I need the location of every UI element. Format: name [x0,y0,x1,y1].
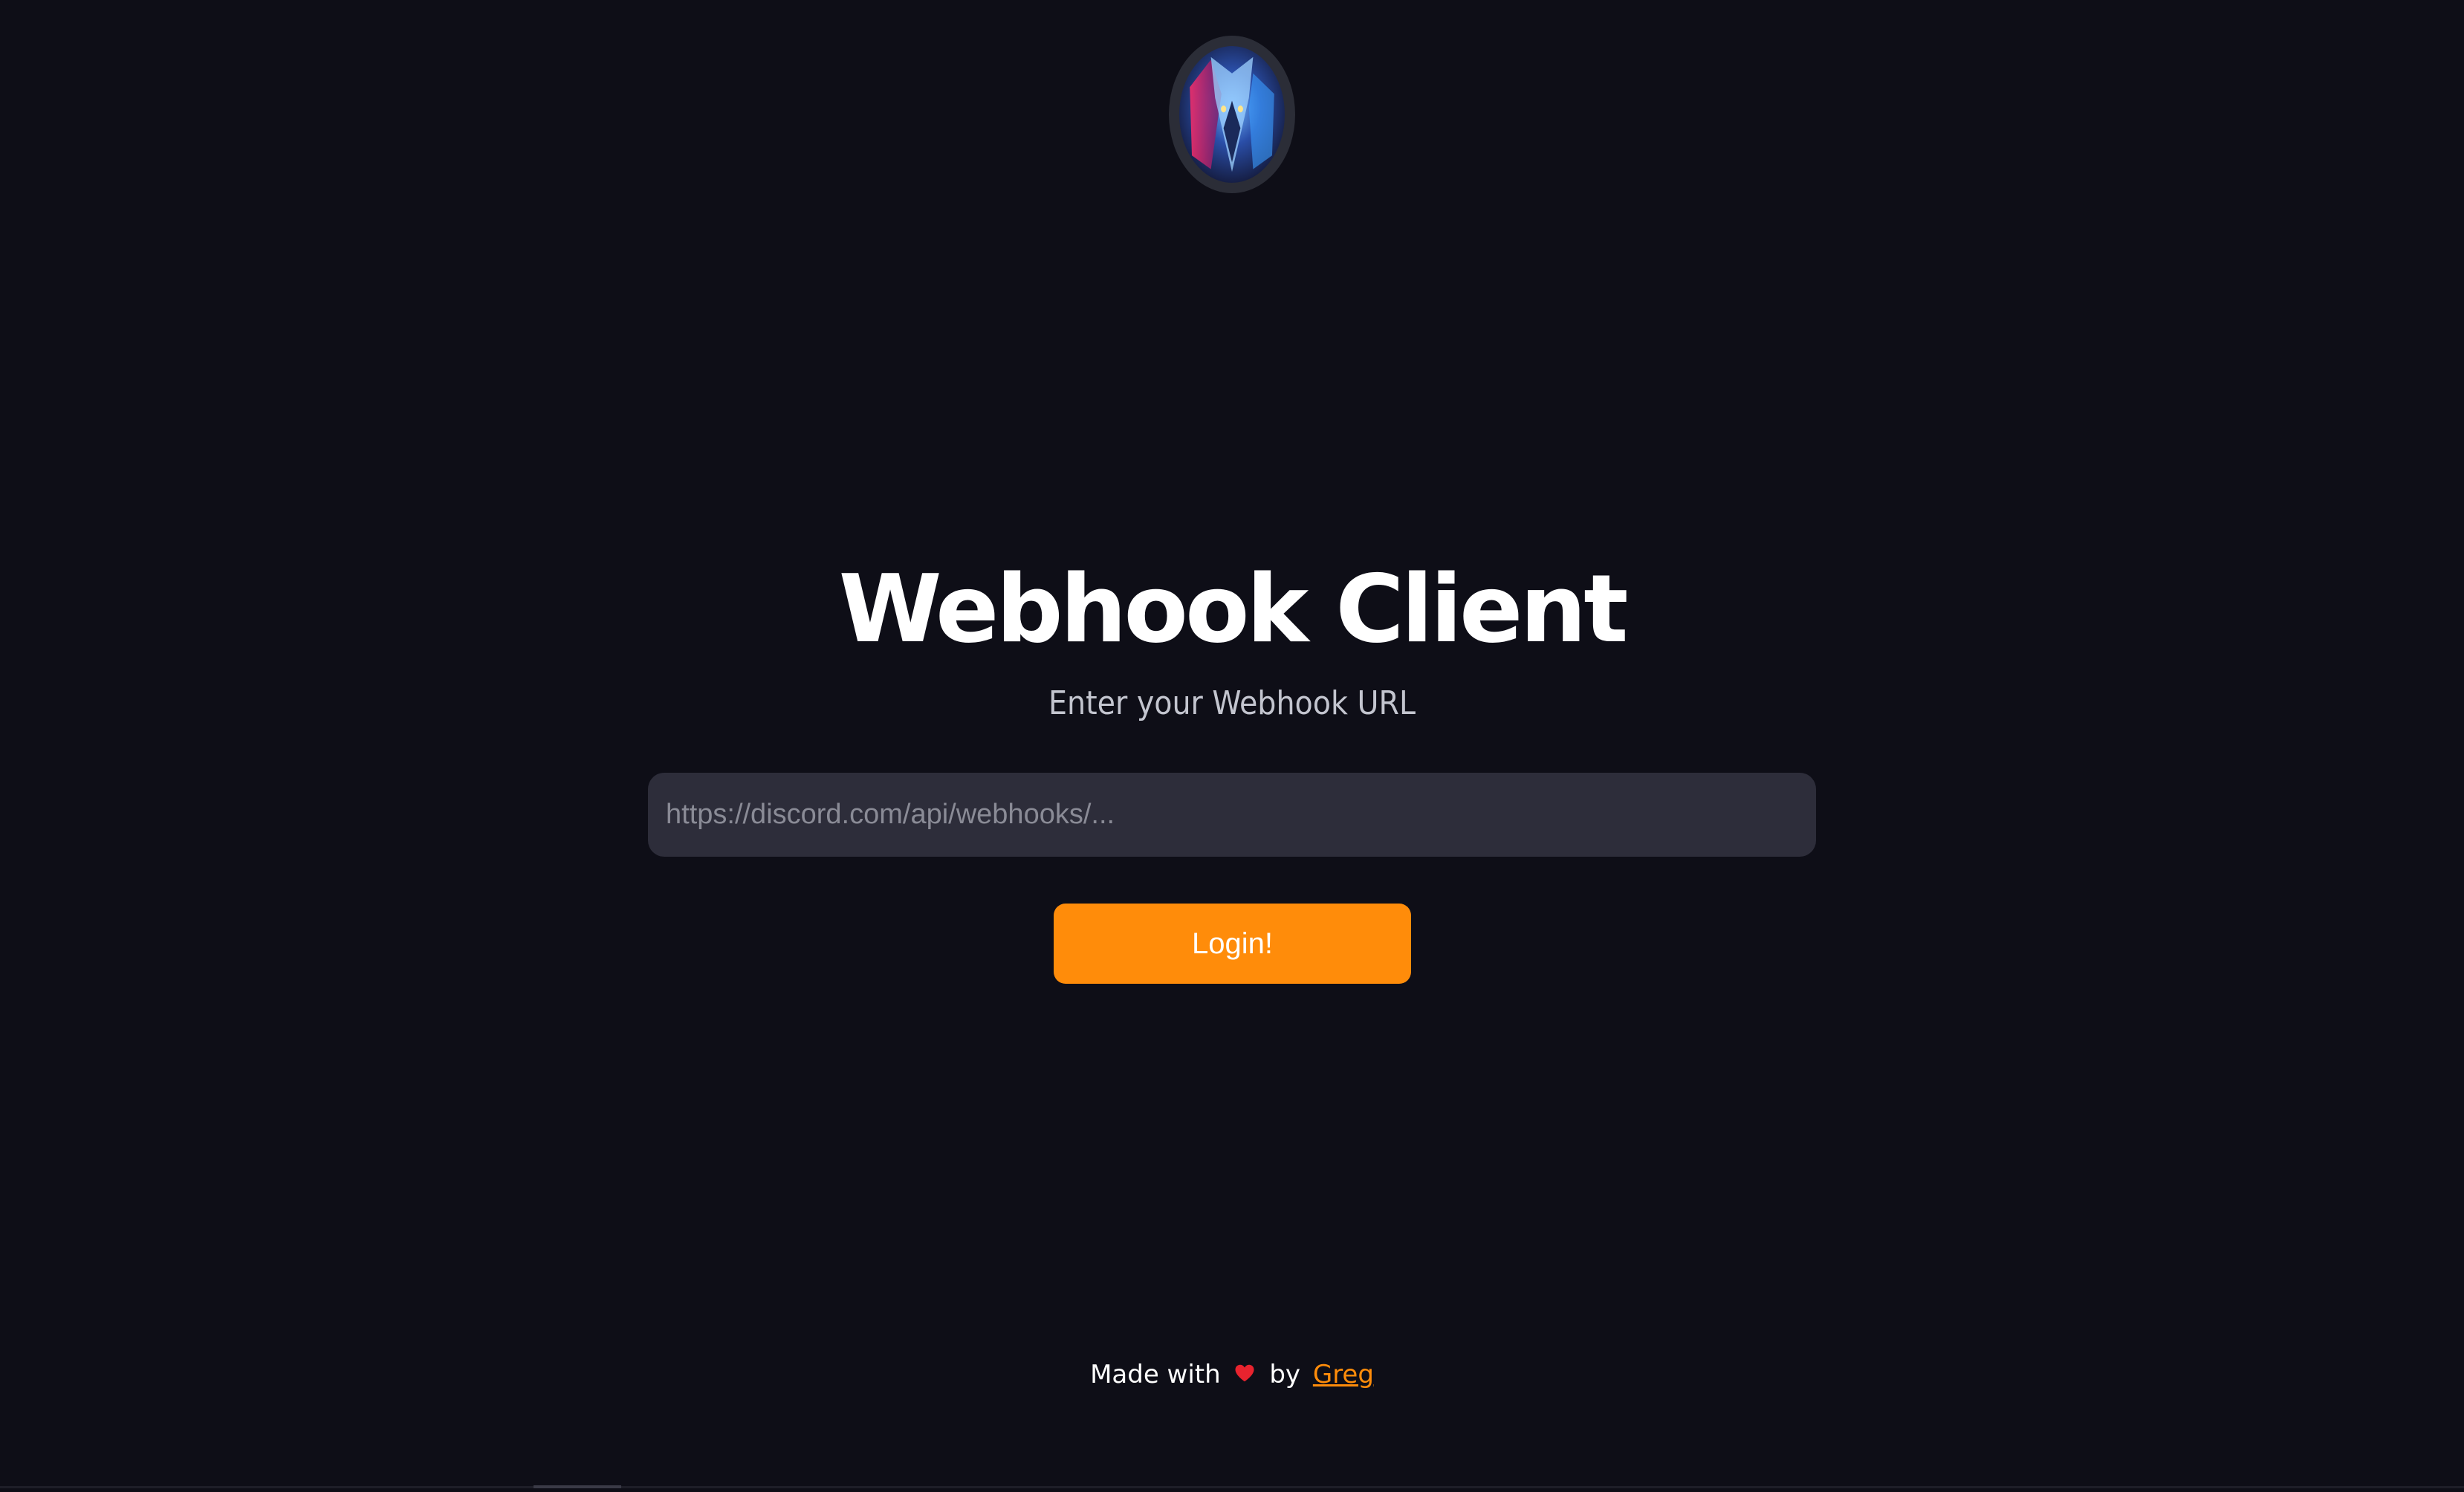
page-title: Webhook Client [838,554,1629,664]
wolf-avatar-icon [1179,46,1285,183]
footer-made-with: Made with [1090,1360,1221,1389]
login-page: Webhook Client Enter your Webhook URL Lo… [0,0,2464,1492]
login-button[interactable]: Login! [1054,904,1411,984]
footer: Made with by Greg [0,1352,2464,1397]
bottom-divider [0,1486,2464,1488]
avatar [1169,36,1295,193]
footer-by: by [1269,1360,1301,1389]
page-subtitle: Enter your Webhook URL [1048,684,1416,722]
bottom-scroll-indicator [534,1485,621,1488]
heart-icon [1233,1362,1256,1384]
webhook-url-input[interactable] [648,773,1816,857]
author-link[interactable]: Greg [1313,1360,1374,1389]
